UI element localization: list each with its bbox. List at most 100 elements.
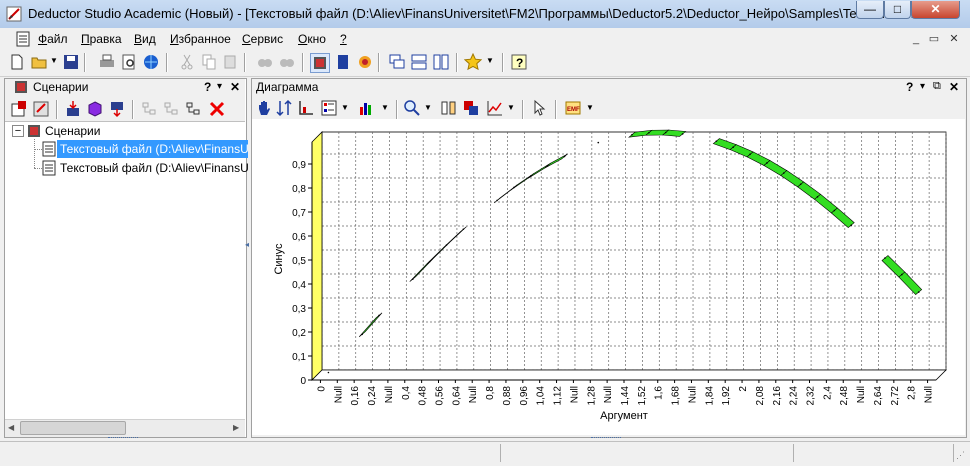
scenarios-close-button[interactable]: ✕ [230, 80, 240, 94]
delete-icon[interactable] [208, 100, 226, 118]
scroll-left-icon[interactable]: ◀ [8, 423, 14, 432]
menu-service[interactable]: Сервис [242, 32, 283, 46]
favorites-star-icon[interactable] [464, 53, 482, 71]
axes-icon[interactable] [297, 99, 315, 117]
menu-window[interactable]: Окно [298, 32, 326, 46]
legend-dropdown-icon[interactable]: ▼ [341, 103, 349, 112]
cut-icon[interactable] [178, 53, 196, 71]
mdi-minimize-button[interactable]: _ [908, 32, 924, 46]
data-point [681, 133, 684, 135]
scrollbar-thumb[interactable] [20, 421, 126, 435]
tile-horizontal-icon[interactable] [410, 53, 428, 71]
chart-help-button[interactable]: ? [906, 80, 913, 94]
open-folder-icon[interactable] [30, 53, 48, 71]
x-tick-label: 1,04 [536, 386, 547, 406]
pan-hand-icon[interactable] [255, 99, 273, 117]
print-icon[interactable] [98, 53, 116, 71]
favorites-dropdown-icon[interactable]: ▼ [486, 56, 494, 65]
menu-edit[interactable]: Правка [81, 32, 122, 46]
x-tick-label: Null [333, 386, 344, 403]
book-icon[interactable] [334, 53, 352, 71]
chart-float-button[interactable]: ⧉ [933, 80, 941, 93]
cascade-icon[interactable] [388, 53, 406, 71]
import-icon[interactable] [64, 100, 82, 118]
maximize-button[interactable]: □ [884, 1, 911, 19]
tree-item-text-file-2[interactable]: Текстовый файл (D:\Aliev\FinansUni [57, 159, 248, 177]
chart-close-button[interactable]: ✕ [949, 80, 959, 94]
x-tick-label: Null [603, 386, 614, 403]
mdi-close-button[interactable]: ✕ [946, 32, 962, 46]
menu-favorites[interactable]: Избранное [170, 32, 231, 46]
document-menu-icon[interactable] [16, 31, 30, 47]
scenarios-pin-button[interactable]: ▾ [217, 81, 222, 92]
zoom-dropdown-icon[interactable]: ▼ [424, 103, 432, 112]
legend-icon[interactable] [320, 99, 338, 117]
data-point [597, 141, 600, 144]
scale-icon[interactable] [440, 99, 458, 117]
chart-canvas[interactable]: 0 0,1 0,2 0,3 0,4 0,5 0,6 0,7 0,8 0,9 0 Null 0,16 0,2… [252, 119, 965, 435]
y-tick-label: 0,3 [292, 304, 306, 315]
scenarios-panel-icon[interactable] [310, 53, 330, 73]
x-tick-label: Null [468, 386, 479, 403]
minimize-button[interactable]: — [856, 1, 884, 19]
tree-expand-icon[interactable] [140, 100, 158, 118]
copy-icon[interactable] [200, 53, 218, 71]
emf-export-icon[interactable]: EMF [564, 99, 582, 117]
mdi-restore-button[interactable]: ▭ [926, 32, 942, 46]
open-dropdown-icon[interactable]: ▼ [50, 56, 58, 65]
help-icon[interactable]: ? [510, 53, 528, 71]
axis-swap-icon[interactable] [275, 99, 293, 117]
wizard-icon[interactable] [356, 53, 374, 71]
data-point [664, 131, 667, 134]
menu-view[interactable]: Вид [134, 32, 156, 46]
svg-text:?: ? [516, 56, 523, 70]
copy-chart-icon[interactable] [462, 99, 480, 117]
scenarios-help-button[interactable]: ? [204, 80, 211, 94]
x-tick-label: Null [856, 386, 867, 403]
close-window-button[interactable]: ✕ [911, 1, 960, 19]
tree-sort-icon[interactable] [184, 100, 202, 118]
print-preview-icon[interactable] [120, 53, 138, 71]
scroll-right-icon[interactable]: ▶ [233, 423, 239, 432]
tree-collapse-icon[interactable] [162, 100, 180, 118]
svg-text:EMF: EMF [567, 107, 580, 113]
tile-vertical-icon[interactable] [432, 53, 450, 71]
data-point [563, 155, 566, 158]
x-tick-label: 2,8 [907, 386, 918, 400]
menu-file[interactable]: Файл [38, 32, 68, 46]
cube-icon[interactable] [86, 100, 104, 118]
x-tick-label: 0,48 [418, 386, 429, 406]
resize-grip-icon[interactable]: ⋰ [956, 450, 965, 461]
find-icon[interactable] [256, 53, 274, 71]
data-point [850, 224, 853, 226]
tree-item-text-file-1[interactable]: Текстовый файл (D:\Aliev\FinansUni [57, 140, 248, 158]
find-next-icon[interactable] [278, 53, 296, 71]
zoom-icon[interactable] [403, 99, 421, 117]
data-point [749, 153, 751, 156]
chart-type-dropdown-icon[interactable]: ▼ [381, 103, 389, 112]
left-wall [311, 131, 323, 381]
chart-pin-button[interactable]: ▾ [920, 81, 925, 92]
x-tick-label: 2,72 [890, 386, 901, 406]
web-icon[interactable] [142, 53, 160, 71]
y-tick-label: 0,7 [292, 208, 306, 219]
tree-root-label[interactable]: Сценарии [45, 122, 100, 140]
trend-icon[interactable] [486, 99, 504, 117]
scenario-properties-icon[interactable] [10, 100, 28, 118]
export-icon[interactable] [108, 100, 126, 118]
menu-help[interactable]: ? [340, 32, 347, 46]
chart-type-icon[interactable] [358, 99, 376, 117]
emf-dropdown-icon[interactable]: ▼ [586, 103, 594, 112]
data-point [546, 164, 549, 167]
scenario-wizard-icon[interactable] [32, 100, 50, 118]
new-file-icon[interactable] [8, 53, 26, 71]
paste-icon[interactable] [222, 53, 240, 71]
tree-expander-icon[interactable]: − [12, 125, 24, 137]
floor [311, 369, 947, 381]
cursor-icon[interactable] [531, 99, 549, 117]
y-tick-label: 0,6 [292, 232, 306, 243]
x-tick-label: 2,16 [772, 386, 783, 406]
trend-dropdown-icon[interactable]: ▼ [507, 103, 515, 112]
splitter-handle-icon[interactable]: ◂ [245, 240, 249, 249]
save-icon[interactable] [62, 53, 80, 71]
